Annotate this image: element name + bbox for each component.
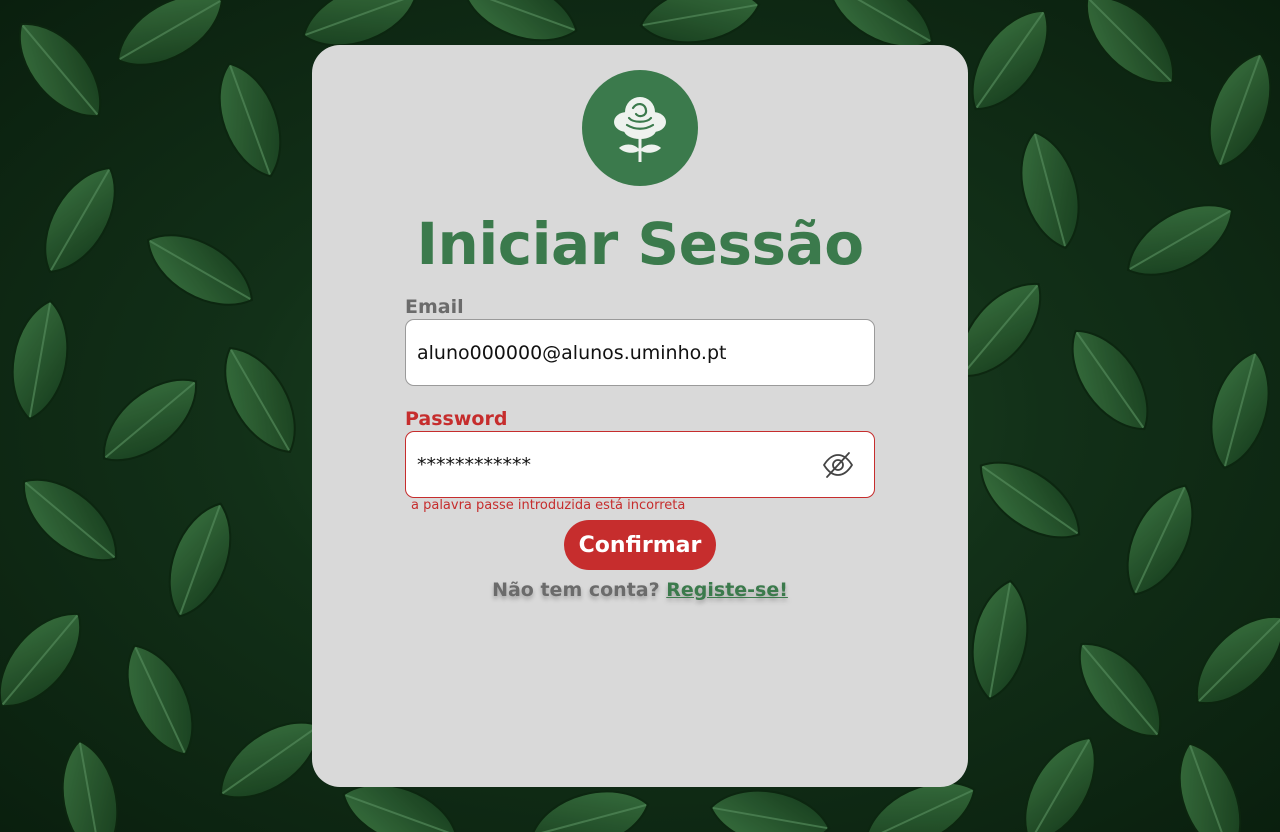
email-field-container <box>405 319 875 386</box>
rose-logo-icon <box>582 70 698 186</box>
register-prompt: Não tem conta? Registe-se! <box>312 577 968 603</box>
password-error-message: a palavra passe introduzida está incorre… <box>411 498 686 513</box>
eye-off-icon[interactable] <box>820 447 856 483</box>
password-field[interactable] <box>417 453 797 476</box>
register-link[interactable]: Registe-se! <box>666 579 788 601</box>
page-title: Iniciar Sessão <box>416 210 864 278</box>
password-label: Password <box>405 408 508 430</box>
email-label: Email <box>405 296 464 318</box>
password-field-container <box>405 431 875 498</box>
register-question: Não tem conta? <box>492 579 660 601</box>
email-field[interactable] <box>417 341 797 364</box>
login-card: Iniciar Sessão Email Password a palavra … <box>312 45 968 787</box>
confirm-button[interactable]: Confirmar <box>564 520 716 570</box>
